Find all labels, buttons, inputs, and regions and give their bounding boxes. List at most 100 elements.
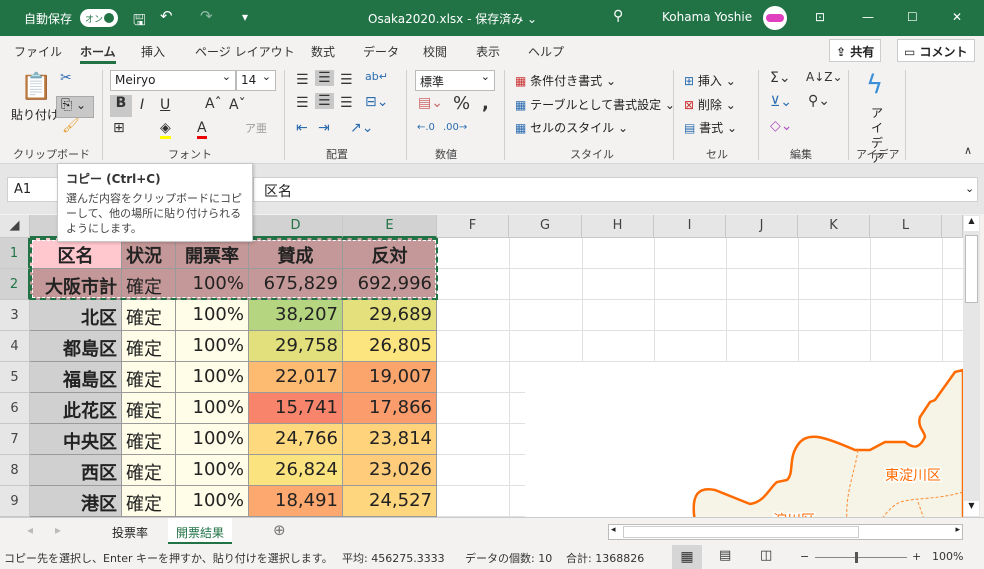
select-all-corner[interactable]: ◢ xyxy=(0,215,30,238)
cell-C5[interactable]: 100% xyxy=(176,362,249,393)
tab-home[interactable]: ホーム xyxy=(80,43,116,64)
font-size-select[interactable]: 14 xyxy=(236,70,276,91)
column-header[interactable]: G xyxy=(509,215,582,238)
autosave-toggle[interactable]: オン xyxy=(80,9,118,27)
row-header[interactable]: 6 xyxy=(0,393,30,424)
column-header[interactable]: L xyxy=(870,215,942,238)
normal-view-icon[interactable]: ▦ xyxy=(672,545,702,569)
format-as-table-button[interactable]: ▦ テーブルとして書式設定 ⌄ xyxy=(515,96,675,113)
cell-D8[interactable]: 26,824 xyxy=(249,455,343,486)
horizontal-scrollbar[interactable]: ◂ ▸ xyxy=(608,524,963,540)
column-header[interactable] xyxy=(942,215,963,238)
cell-C8[interactable]: 100% xyxy=(176,455,249,486)
align-center-icon[interactable]: ☰ xyxy=(315,93,334,109)
find-icon[interactable]: ⚲⌄ xyxy=(808,93,830,109)
align-top-icon[interactable]: ☰ xyxy=(296,72,309,88)
cell-B7[interactable]: 確定 xyxy=(122,424,176,455)
align-middle-icon[interactable]: ☰ xyxy=(315,70,334,86)
cell-C3[interactable]: 100% xyxy=(176,300,249,331)
page-layout-view-icon[interactable]: ▤ xyxy=(719,548,731,563)
row-header[interactable]: 2 xyxy=(0,269,30,300)
tab-page-layout[interactable]: ページ レイアウト xyxy=(195,43,295,60)
vertical-scrollbar[interactable]: ▲ ▼ xyxy=(963,215,980,517)
align-bottom-icon[interactable]: ☰ xyxy=(340,72,353,88)
cell-C6[interactable]: 100% xyxy=(176,393,249,424)
share-button[interactable]: ⇪ 共有 xyxy=(829,39,882,62)
column-header[interactable]: H xyxy=(582,215,654,238)
cell-D7[interactable]: 24,766 xyxy=(249,424,343,455)
cell-E9[interactable]: 24,527 xyxy=(343,486,437,517)
wrap-text-icon[interactable]: ab↵ xyxy=(365,70,388,83)
cell-C9[interactable]: 100% xyxy=(176,486,249,517)
redo-icon[interactable]: ↷ xyxy=(200,7,213,25)
row-header[interactable]: 9 xyxy=(0,486,30,517)
vertical-scroll-thumb[interactable] xyxy=(965,235,978,303)
italic-button[interactable]: I xyxy=(140,97,144,113)
cell-B6[interactable]: 確定 xyxy=(122,393,176,424)
tab-insert[interactable]: 挿入 xyxy=(141,43,165,60)
comment-button[interactable]: ▭ コメント xyxy=(897,39,975,62)
prev-sheet-icon[interactable]: ◂ xyxy=(27,523,33,537)
cell-D4[interactable]: 29,758 xyxy=(249,331,343,362)
column-header[interactable]: I xyxy=(654,215,726,238)
increase-indent-icon[interactable]: ⇥ xyxy=(318,120,330,136)
copy-button[interactable]: ⎘ ⌄ xyxy=(56,96,94,118)
cell-C7[interactable]: 100% xyxy=(176,424,249,455)
column-header[interactable]: E xyxy=(343,215,437,238)
cell-B4[interactable]: 確定 xyxy=(122,331,176,362)
column-header[interactable]: K xyxy=(798,215,870,238)
cell-E6[interactable]: 17,866 xyxy=(343,393,437,424)
cell-A5[interactable]: 福島区 xyxy=(30,362,122,393)
cell-A4[interactable]: 都島区 xyxy=(30,331,122,362)
close-icon[interactable]: ✕ xyxy=(952,10,962,24)
ideas-icon[interactable]: ϟ xyxy=(866,70,883,100)
delete-cells-button[interactable]: ⊠ 削除 ⌄ xyxy=(684,96,736,113)
cell-A7[interactable]: 中央区 xyxy=(30,424,122,455)
cell-E4[interactable]: 26,805 xyxy=(343,331,437,362)
cut-icon[interactable]: ✂ xyxy=(60,70,72,86)
fill-icon[interactable]: ⊻⌄ xyxy=(770,94,792,110)
conditional-formatting-button[interactable]: ▦ 条件付き書式 ⌄ xyxy=(515,72,616,89)
insert-cells-button[interactable]: ⊞ 挿入 ⌄ xyxy=(684,72,736,89)
underline-button[interactable]: U xyxy=(160,97,170,113)
tab-formulas[interactable]: 数式 xyxy=(311,43,335,60)
row-header[interactable]: 1 xyxy=(0,238,30,269)
percent-icon[interactable]: % xyxy=(453,93,470,114)
column-header[interactable]: F xyxy=(437,215,509,238)
number-format-select[interactable]: 標準 xyxy=(415,70,495,91)
collapse-ribbon-icon[interactable]: ∧ xyxy=(964,144,972,157)
cell-A8[interactable]: 西区 xyxy=(30,455,122,486)
row-header[interactable]: 4 xyxy=(0,331,30,362)
paste-icon[interactable]: 📋 xyxy=(20,72,52,102)
cell-E7[interactable]: 23,814 xyxy=(343,424,437,455)
status-sum[interactable]: 合計: 1368826 xyxy=(566,550,644,566)
undo-icon[interactable]: ↶ xyxy=(160,7,173,25)
increase-decimal-icon[interactable]: ←.0 xyxy=(417,122,435,133)
cell-D5[interactable]: 22,017 xyxy=(249,362,343,393)
formula-input[interactable]: 区名 xyxy=(253,177,978,202)
scroll-left-icon[interactable]: ◂ xyxy=(611,525,616,535)
tab-view[interactable]: 表示 xyxy=(476,43,500,60)
cell-A9[interactable]: 港区 xyxy=(30,486,122,517)
bold-button[interactable]: B xyxy=(110,95,132,117)
merge-center-icon[interactable]: ⊟⌄ xyxy=(365,94,388,110)
row-header[interactable]: 7 xyxy=(0,424,30,455)
tab-file[interactable]: ファイル xyxy=(14,43,62,60)
decrease-indent-icon[interactable]: ⇤ xyxy=(296,120,308,136)
comma-icon[interactable]: , xyxy=(482,93,489,114)
minimize-icon[interactable]: — xyxy=(862,10,874,24)
maximize-icon[interactable]: ☐ xyxy=(907,10,918,24)
format-cells-button[interactable]: ▤ 書式 ⌄ xyxy=(684,119,737,136)
zoom-in-icon[interactable]: + xyxy=(912,550,921,563)
cell-B9[interactable]: 確定 xyxy=(122,486,176,517)
zoom-level[interactable]: 100% xyxy=(932,550,963,563)
orientation-icon[interactable]: ↗⌄ xyxy=(350,120,373,136)
scroll-right-icon[interactable]: ▸ xyxy=(955,525,960,535)
horizontal-scroll-thumb[interactable] xyxy=(623,526,859,538)
decrease-decimal-icon[interactable]: .00→ xyxy=(443,122,467,133)
scroll-down-icon[interactable]: ▼ xyxy=(964,501,979,516)
align-right-icon[interactable]: ☰ xyxy=(340,95,353,111)
cell-B5[interactable]: 確定 xyxy=(122,362,176,393)
cell-B3[interactable]: 確定 xyxy=(122,300,176,331)
tab-help[interactable]: ヘルプ xyxy=(528,43,564,60)
